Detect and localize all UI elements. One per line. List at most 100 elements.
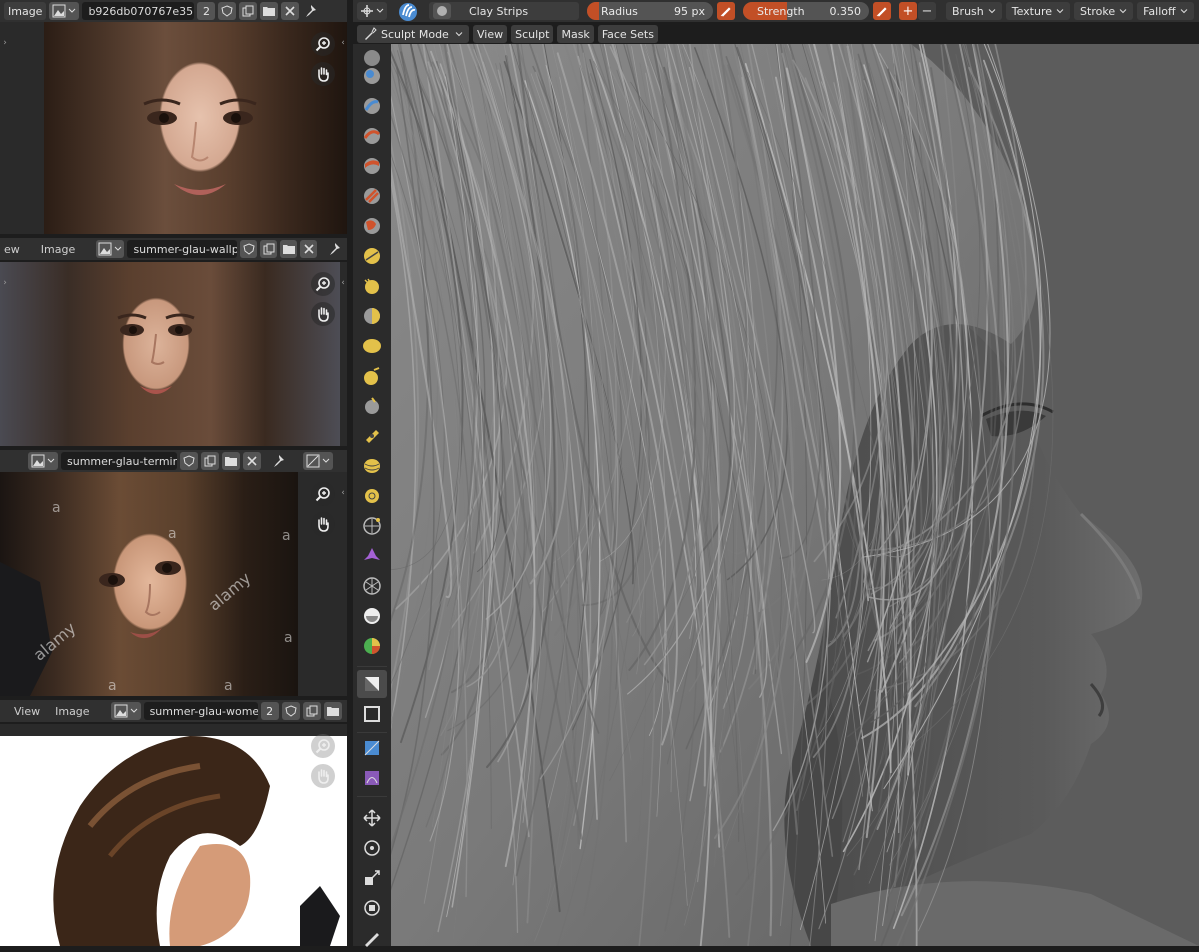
tool-transform[interactable] xyxy=(357,894,387,922)
image-editor-4-area[interactable] xyxy=(0,724,347,946)
zoom-button[interactable] xyxy=(311,482,335,506)
transform-pivot-button[interactable] xyxy=(357,2,387,20)
falloff-dropdown[interactable]: Falloff xyxy=(1137,2,1194,20)
strength-slider[interactable]: Strength 0.350 xyxy=(743,2,869,20)
menu-image[interactable]: Image xyxy=(4,2,47,20)
radius-slider[interactable]: Radius 95 px xyxy=(587,2,713,20)
transform-icon xyxy=(361,5,384,17)
image-name-field[interactable]: summer-glau-termin... xyxy=(61,452,177,470)
tool-multiplane-scrape[interactable] xyxy=(357,392,387,420)
zoom-button[interactable] xyxy=(311,734,335,758)
tool-elastic-deform[interactable] xyxy=(357,482,387,510)
image-name-field[interactable]: b926db070767e35... xyxy=(82,2,195,20)
new-image-button[interactable] xyxy=(260,240,278,258)
unlink-image-button[interactable] xyxy=(243,452,261,470)
pan-button[interactable] xyxy=(311,764,335,788)
unlink-image-button[interactable] xyxy=(300,240,318,258)
pan-button[interactable] xyxy=(311,512,335,536)
image-browse-button[interactable] xyxy=(28,452,58,470)
tool-multires-displacement[interactable] xyxy=(357,602,387,630)
editor-type-button[interactable] xyxy=(303,452,333,470)
direction-subtract-button[interactable]: − xyxy=(918,2,936,20)
stroke-dropdown[interactable]: Stroke xyxy=(1074,2,1134,20)
area-divider[interactable] xyxy=(347,0,353,946)
tool-box-mask[interactable] xyxy=(357,670,387,698)
pin-button[interactable] xyxy=(270,454,288,468)
image-editor-1-area[interactable]: › ‹ xyxy=(0,22,347,234)
tool-clay-strips[interactable] xyxy=(357,122,387,150)
fake-user-button[interactable] xyxy=(240,240,258,258)
menu-view[interactable]: View xyxy=(10,705,44,718)
tool-layer[interactable] xyxy=(357,152,387,180)
tool-scrape[interactable] xyxy=(357,362,387,390)
tool-move[interactable] xyxy=(357,804,387,832)
collapse-sidebar-arrow[interactable]: ‹ xyxy=(339,276,347,290)
viewport-canvas[interactable] xyxy=(391,44,1199,946)
tool-grab[interactable] xyxy=(357,452,387,480)
tool-crease[interactable] xyxy=(357,242,387,270)
collapse-sidebar-arrow[interactable]: ‹ xyxy=(339,486,347,500)
tool-paint[interactable] xyxy=(357,632,387,660)
menu-sculpt[interactable]: Sculpt xyxy=(511,25,554,43)
tool-box-face-set[interactable] xyxy=(357,700,387,728)
tool-cloth-filter[interactable] xyxy=(357,764,387,792)
tool-draw-sharp[interactable] xyxy=(357,62,387,90)
fake-user-button[interactable] xyxy=(180,452,198,470)
tool-rotate[interactable] xyxy=(357,834,387,862)
collapse-sidebar-arrow[interactable]: ‹ xyxy=(339,36,347,50)
pin-button[interactable] xyxy=(326,242,343,256)
image-name-field[interactable]: summer-glau-wallpa... xyxy=(127,240,238,258)
pan-button[interactable] xyxy=(311,62,335,86)
open-image-button[interactable] xyxy=(280,240,298,258)
new-image-button[interactable] xyxy=(239,2,258,20)
strength-pressure-button[interactable] xyxy=(873,2,891,20)
texture-dropdown[interactable]: Texture xyxy=(1005,2,1071,20)
open-image-button[interactable] xyxy=(222,452,240,470)
tool-clay[interactable] xyxy=(357,92,387,120)
tool-scale[interactable] xyxy=(357,864,387,892)
menu-image[interactable]: Image xyxy=(37,243,79,256)
open-image-button[interactable] xyxy=(260,2,279,20)
image-browse-button[interactable] xyxy=(96,240,125,258)
menu-face-sets[interactable]: Face Sets xyxy=(597,25,658,43)
tool-mesh-filter[interactable] xyxy=(357,734,387,762)
open-image-button[interactable] xyxy=(323,702,342,720)
image-browse-button[interactable] xyxy=(110,702,141,720)
fake-user-button[interactable] xyxy=(281,702,300,720)
tool-draw-face-sets[interactable] xyxy=(357,572,387,600)
image-editor-3-area[interactable]: alamy alamy a a a a a a ‹ xyxy=(0,472,347,696)
menu-view[interactable]: ew xyxy=(0,243,24,256)
tool-mask[interactable] xyxy=(357,542,387,570)
brush-icon-button[interactable] xyxy=(391,1,425,21)
zoom-button[interactable] xyxy=(311,32,335,56)
tool-blob[interactable] xyxy=(357,212,387,240)
image-editor-2-area[interactable]: › ‹ xyxy=(0,262,347,446)
tool-annotate[interactable] xyxy=(357,924,387,952)
watermark-letter: a xyxy=(282,528,291,544)
image-browse-button[interactable] xyxy=(49,2,80,20)
pin-button[interactable] xyxy=(302,4,320,18)
unlink-image-button[interactable] xyxy=(281,2,300,20)
tool-inflate[interactable] xyxy=(357,182,387,210)
zoom-button[interactable] xyxy=(311,272,335,296)
collapse-toolbar-arrow[interactable]: › xyxy=(1,276,9,290)
pan-button[interactable] xyxy=(311,302,335,326)
brush-dropdown[interactable]: Brush xyxy=(946,2,1002,20)
image-name-field[interactable]: summer-glau-wome... xyxy=(143,702,258,720)
brush-selector[interactable]: Clay Strips xyxy=(429,2,579,20)
collapse-toolbar-arrow[interactable]: › xyxy=(1,36,9,50)
menu-mask[interactable]: Mask xyxy=(557,25,594,43)
tool-flatten[interactable] xyxy=(357,302,387,330)
new-image-button[interactable] xyxy=(302,702,321,720)
tool-snake-hook[interactable] xyxy=(357,512,387,540)
tool-smooth[interactable] xyxy=(357,272,387,300)
menu-view[interactable]: View xyxy=(473,25,508,43)
new-image-button[interactable] xyxy=(201,452,219,470)
tool-pinch[interactable] xyxy=(357,422,387,450)
radius-pressure-button[interactable] xyxy=(717,2,735,20)
mode-selector[interactable]: Sculpt Mode xyxy=(357,25,469,43)
tool-fill[interactable] xyxy=(357,332,387,360)
direction-add-button[interactable]: + xyxy=(899,2,917,20)
menu-image[interactable]: Image xyxy=(51,705,93,718)
fake-user-button[interactable] xyxy=(218,2,237,20)
